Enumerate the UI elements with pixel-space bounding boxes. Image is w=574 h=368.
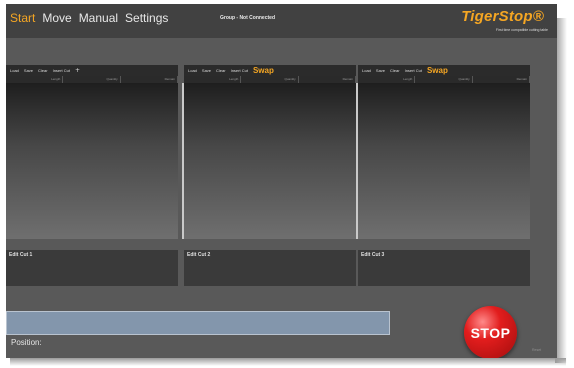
cut-table-header: Length Quantity Remain (358, 76, 530, 83)
cut-list-panel-1: Load Save Clear Insert Cut + Length Quan… (6, 65, 178, 286)
edit-cut-area[interactable]: Edit Cut 1 (6, 250, 178, 286)
position-label: Position: (11, 338, 42, 347)
cut-table-body[interactable] (358, 83, 530, 239)
column-quantity: Quantity (241, 76, 299, 83)
load-button[interactable]: Load (188, 68, 197, 73)
edit-cut-label: Edit Cut 3 (361, 252, 385, 258)
swap-button[interactable]: Swap (253, 66, 274, 75)
logo-brand: TigerStop® (461, 8, 544, 25)
stop-button[interactable]: STOP (464, 306, 517, 358)
column-length: Length (6, 76, 64, 83)
edit-cut-label: Edit Cut 1 (9, 252, 33, 258)
cut-table-header: Length Quantity Remain (184, 76, 356, 83)
column-quantity: Quantity (63, 76, 121, 83)
panel-toolbar: Load Save Clear Insert Cut + (6, 65, 178, 76)
stop-label: STOP (470, 324, 511, 341)
top-bar: Start Move Manual Settings Group - Not C… (6, 4, 557, 38)
clear-button[interactable]: Clear (216, 68, 226, 73)
save-button[interactable]: Save (376, 68, 385, 73)
connection-status: Group - Not Connected (220, 15, 275, 21)
clear-button[interactable]: Clear (38, 68, 48, 73)
tigerstop-logo: TigerStop® First time compatible cutting… (440, 8, 552, 36)
nav-move[interactable]: Move (42, 11, 71, 25)
edit-cut-area[interactable]: Edit Cut 3 (358, 250, 530, 286)
column-quantity: Quantity (415, 76, 473, 83)
column-remain: Remain (473, 76, 530, 83)
clear-button[interactable]: Clear (390, 68, 400, 73)
load-button[interactable]: Load (362, 68, 371, 73)
cut-table-body[interactable] (6, 83, 178, 239)
cut-table-body[interactable] (184, 83, 356, 239)
app-window: Start Move Manual Settings Group - Not C… (6, 4, 557, 358)
nav-manual[interactable]: Manual (79, 11, 118, 25)
cut-list-panel-3: Load Save Clear Insert Cut Swap Length Q… (358, 65, 530, 286)
logo-tagline: First time compatible cutting table (495, 28, 548, 32)
column-remain: Remain (121, 76, 178, 83)
save-button[interactable]: Save (24, 68, 33, 73)
load-button[interactable]: Load (10, 68, 19, 73)
column-length: Length (184, 76, 242, 83)
position-input[interactable] (6, 311, 390, 335)
window-shadow-bottom (10, 358, 566, 366)
panel-toolbar: Load Save Clear Insert Cut Swap (184, 65, 356, 76)
add-panel-icon[interactable]: + (75, 67, 80, 74)
toolbar-spacer (6, 38, 557, 65)
column-length: Length (358, 76, 416, 83)
edit-cut-area[interactable]: Edit Cut 2 (184, 250, 356, 286)
column-remain: Remain (299, 76, 356, 83)
corner-text: Reset (532, 348, 542, 352)
cut-table-header: Length Quantity Remain (6, 76, 178, 83)
swap-button[interactable]: Swap (427, 66, 448, 75)
insert-cut-button[interactable]: Insert Cut (231, 68, 248, 73)
insert-cut-button[interactable]: Insert Cut (53, 68, 70, 73)
panel-toolbar: Load Save Clear Insert Cut Swap (358, 65, 530, 76)
save-button[interactable]: Save (202, 68, 211, 73)
cut-list-panel-2: Load Save Clear Insert Cut Swap Length Q… (184, 65, 356, 286)
insert-cut-button[interactable]: Insert Cut (405, 68, 422, 73)
nav-start[interactable]: Start (10, 11, 35, 25)
nav-settings[interactable]: Settings (125, 11, 168, 25)
main-nav: Start Move Manual Settings (10, 11, 168, 25)
edit-cut-label: Edit Cut 2 (187, 252, 211, 258)
